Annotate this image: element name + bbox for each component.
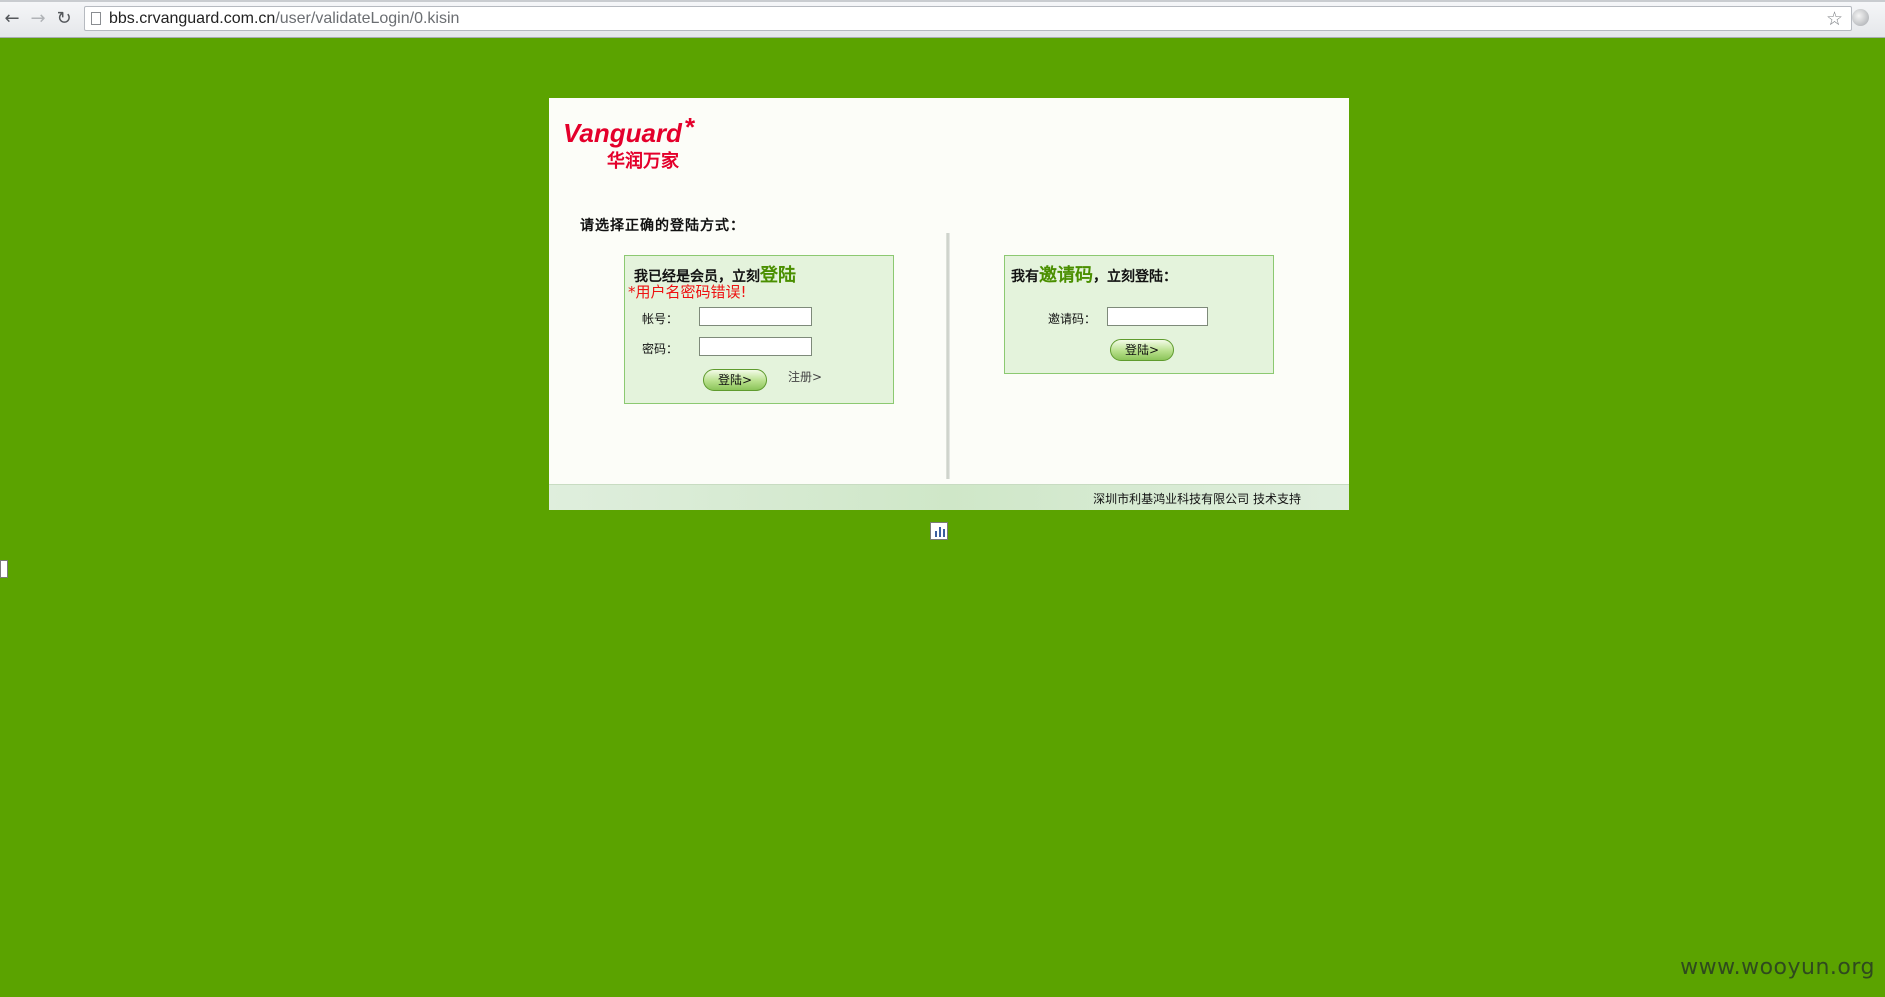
invite-login-button[interactable]: 登陆> bbox=[1110, 339, 1174, 361]
address-bar[interactable]: bbs.crvanguard.com.cn/user/validateLogin… bbox=[84, 6, 1852, 31]
vanguard-logo: Vanguard * 华润万家 bbox=[563, 114, 696, 172]
url-text[interactable]: bbs.crvanguard.com.cn/user/validateLogin… bbox=[109, 10, 459, 28]
footer-support-text: 深圳市利基鸿业科技有限公司 技术支持 bbox=[1093, 492, 1301, 506]
login-method-prompt: 请选择正确的登陆方式： bbox=[580, 218, 745, 234]
member-login-button[interactable]: 登陆> bbox=[703, 369, 767, 391]
url-host: bbs.crvanguard.com.cn bbox=[109, 10, 276, 27]
login-error-message: *用户名密码错误! bbox=[628, 283, 747, 301]
password-input[interactable] bbox=[699, 337, 812, 356]
back-arrow-icon[interactable]: ← bbox=[2, 8, 22, 30]
reload-icon[interactable]: ↻ bbox=[54, 8, 74, 30]
member-login-box: 我已经是会员，立刻登陆 *用户名密码错误! 帐号： 密码： 登陆> 注册> bbox=[624, 255, 894, 404]
extension-icon[interactable] bbox=[1852, 9, 1869, 26]
account-label: 帐号： bbox=[642, 312, 679, 326]
invite-title-prefix: 我有 bbox=[1011, 269, 1039, 285]
invite-title-suffix: ，立刻登陆： bbox=[1093, 269, 1177, 285]
member-title-highlight: 登陆 bbox=[760, 265, 796, 286]
url-path: /user/validateLogin/0.kisin bbox=[275, 10, 460, 27]
invite-code-label: 邀请码： bbox=[1048, 312, 1097, 326]
account-input[interactable] bbox=[699, 307, 812, 326]
panel-footer: 深圳市利基鸿业科技有限公司 技术支持 bbox=[549, 484, 1349, 510]
invite-code-input[interactable] bbox=[1107, 307, 1208, 326]
watermark: www.wooyun.org bbox=[1680, 955, 1875, 980]
password-label: 密码： bbox=[642, 342, 679, 356]
side-widget-icon[interactable] bbox=[0, 560, 8, 578]
logo-star-icon: * bbox=[685, 114, 696, 142]
stats-counter-icon[interactable] bbox=[930, 522, 948, 540]
page-icon bbox=[91, 12, 101, 25]
forward-arrow-icon[interactable]: → bbox=[28, 8, 48, 30]
logo-brand-en: Vanguard bbox=[563, 118, 683, 148]
invite-login-box: 我有邀请码，立刻登陆： 邀请码： 登陆> bbox=[1004, 255, 1274, 374]
invite-title-highlight: 邀请码 bbox=[1039, 265, 1093, 286]
panel-divider bbox=[946, 233, 950, 479]
browser-toolbar: ← → ↻ bbs.crvanguard.com.cn/user/validat… bbox=[0, 0, 1885, 38]
register-link[interactable]: 注册> bbox=[788, 368, 822, 385]
login-panel: Vanguard * 华润万家 请选择正确的登陆方式： 我已经是会员，立刻登陆 … bbox=[549, 98, 1349, 510]
tab-strip-edge bbox=[0, 0, 1885, 2]
logo-brand-cn: 华润万家 bbox=[607, 150, 680, 172]
bookmark-star-icon[interactable]: ☆ bbox=[1826, 8, 1843, 30]
invite-login-title: 我有邀请码，立刻登陆： bbox=[1011, 261, 1177, 287]
